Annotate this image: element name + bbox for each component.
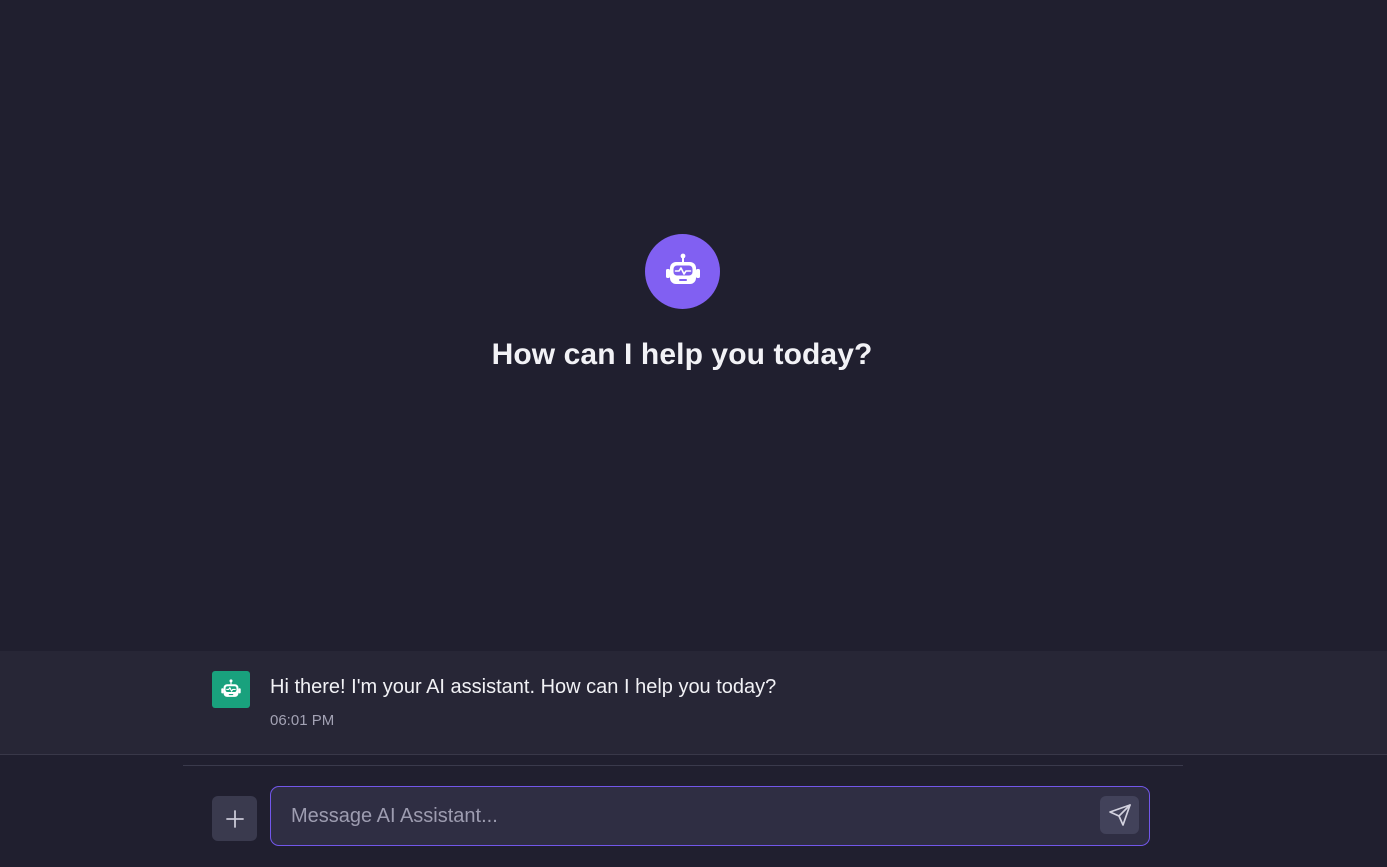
robot-icon — [221, 678, 241, 697]
welcome-hero: How can I help you today? — [0, 0, 1387, 650]
message-composer — [270, 786, 1150, 846]
message-timestamp: 06:01 PM — [270, 712, 335, 729]
send-icon — [1108, 804, 1131, 826]
assistant-avatar — [645, 234, 720, 309]
send-button[interactable] — [1100, 796, 1139, 834]
robot-icon — [665, 253, 700, 284]
plus-icon — [225, 809, 244, 828]
chat-app: How can I help you today? Hi there! I'm … — [0, 0, 1387, 867]
welcome-title: How can I help you today? — [491, 338, 873, 371]
message-input[interactable] — [271, 787, 1091, 845]
assistant-message: Hi there! I'm your AI assistant. How can… — [0, 651, 1387, 755]
composer-divider — [183, 765, 1183, 766]
message-text: Hi there! I'm your AI assistant. How can… — [270, 676, 777, 698]
message-avatar — [212, 671, 250, 708]
attach-button[interactable] — [212, 796, 257, 841]
